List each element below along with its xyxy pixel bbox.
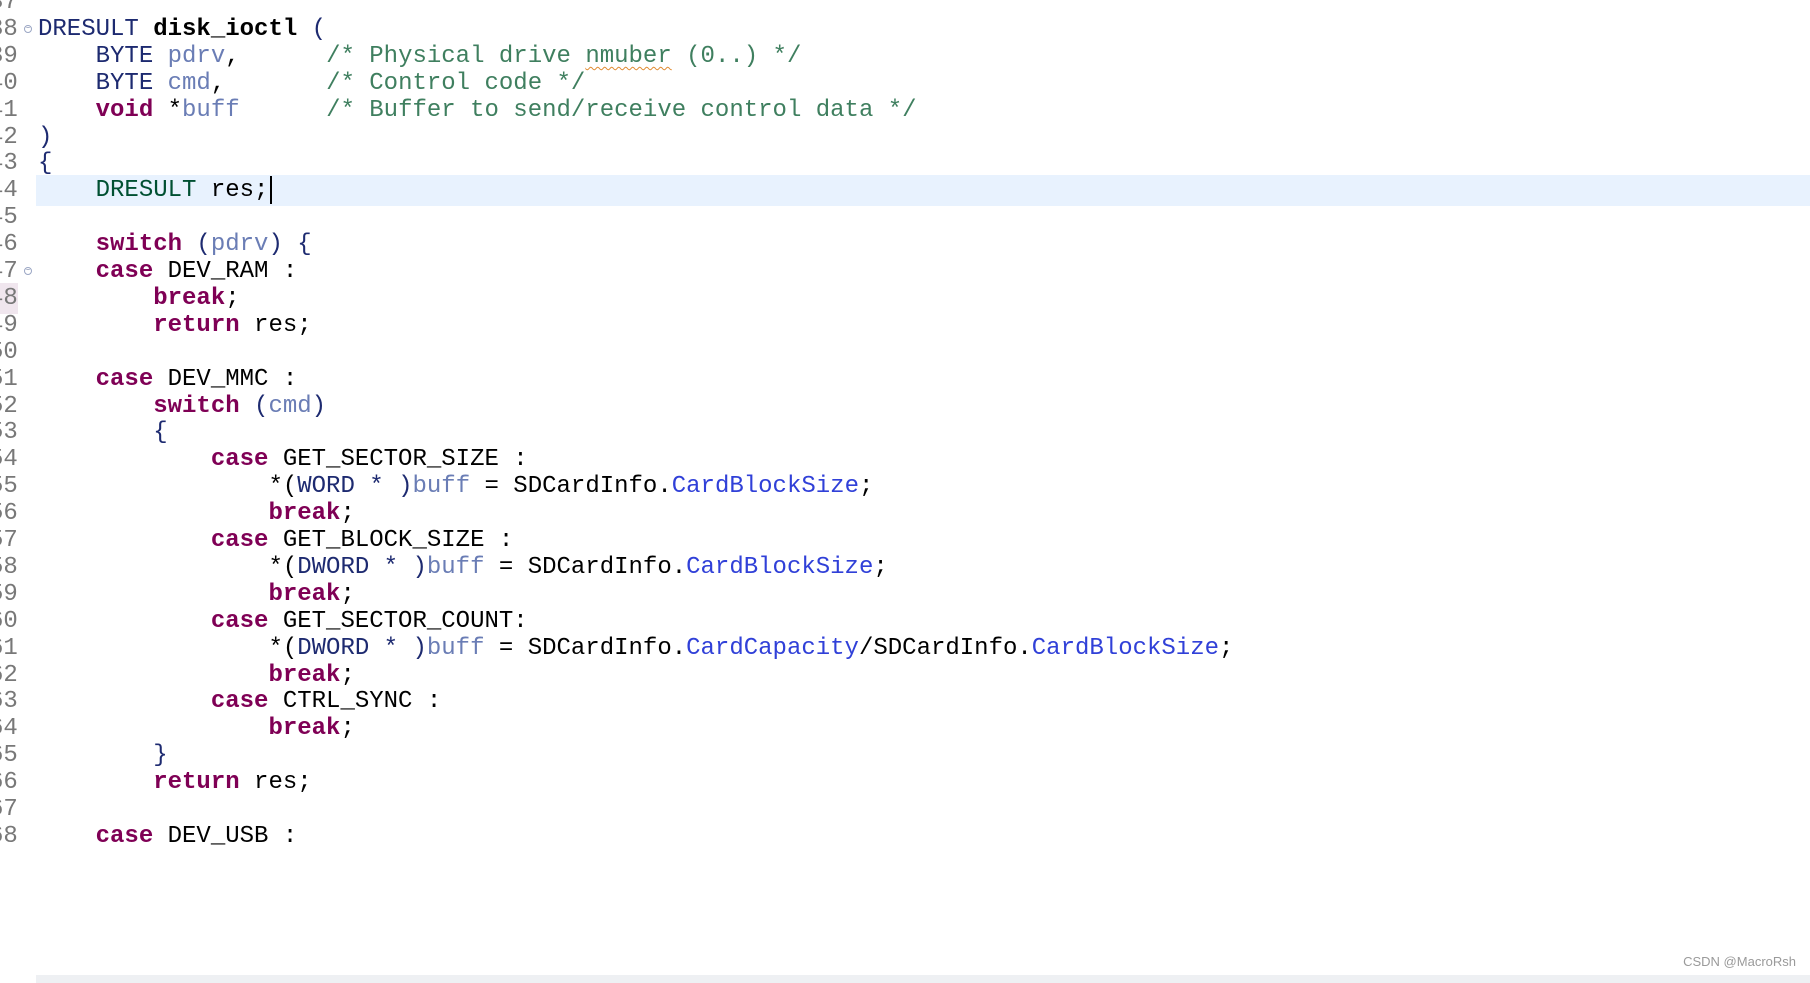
code-token: )	[311, 392, 327, 420]
code-token: return	[38, 769, 240, 797]
code-token: *(	[38, 473, 298, 501]
code-token: ;	[858, 473, 874, 501]
code-token: ;	[340, 580, 355, 608]
code-token: {	[38, 150, 53, 178]
code-token: )	[412, 634, 427, 662]
code-token: ;	[340, 661, 355, 689]
code-token: ;	[340, 715, 355, 743]
code-token: break	[38, 661, 341, 689]
code-token: (0..) */	[671, 42, 802, 70]
code-token: switch	[38, 231, 183, 259]
code-token: (	[297, 15, 327, 43]
line-number[interactable]: 68	[0, 821, 29, 852]
code-token: /* Buffer to send/receive control data *…	[326, 96, 917, 124]
code-token: = SDCardInfo.	[484, 634, 687, 662]
code-token: )	[398, 473, 413, 501]
code-token: break	[38, 284, 226, 312]
code-token: (	[182, 231, 211, 259]
code-token: )	[412, 553, 427, 581]
code-token: {	[38, 419, 168, 447]
code-token: DWORD *	[297, 553, 413, 581]
code-token: cmd	[167, 69, 211, 97]
code-token: DRESULT	[38, 15, 154, 43]
code-token: ) {	[268, 231, 312, 259]
code-token: )	[38, 123, 53, 151]
code-token: case	[38, 365, 154, 393]
code-token: case	[38, 527, 269, 554]
code-token: switch	[38, 392, 240, 420]
code-line-area[interactable]: case DEV_USB :	[36, 821, 1810, 852]
code-token: = SDCardInfo.	[484, 553, 687, 581]
code-token: ;	[873, 553, 888, 581]
code-token: res;	[239, 769, 312, 797]
code-token: res;	[239, 311, 312, 339]
code-token: (	[239, 392, 269, 420]
code-token: GET_SECTOR_SIZE :	[268, 446, 528, 474]
fold-toggle-icon[interactable]: −	[24, 267, 32, 275]
code-token: CardCapacity	[686, 634, 859, 662]
code-token: case	[38, 258, 154, 285]
code-token: pdrv	[167, 42, 226, 70]
code-token: DEV_RAM :	[153, 258, 298, 285]
code-token: DWORD *	[297, 634, 413, 662]
code-token: buff	[426, 634, 485, 662]
code-token: break	[38, 500, 341, 528]
code-token: CardBlockSize	[671, 473, 859, 501]
code-token: DRESULT	[38, 177, 211, 205]
code-token: WORD *	[297, 473, 399, 501]
code-editor[interactable]: 3738−DRESULT disk_ioctl (39 BYTE pdrv, /…	[0, 0, 1810, 983]
code-line[interactable]: 68 case DEV_USB :	[0, 821, 1810, 852]
code-token: DEV_MMC :	[153, 365, 298, 393]
code-token: *(	[38, 553, 298, 581]
code-token: /* Control code */	[326, 69, 586, 97]
code-token: nmuber	[585, 42, 672, 70]
code-token: *(	[38, 634, 298, 662]
watermark: CSDN @MacroRsh	[1683, 954, 1796, 969]
code-token: return	[38, 311, 240, 339]
code-token: }	[38, 742, 168, 770]
code-token: ;	[340, 500, 355, 528]
code-token: DEV_USB :	[153, 822, 298, 850]
code-token: GET_BLOCK_SIZE :	[268, 527, 514, 554]
code-token: ;	[225, 284, 240, 312]
code-token: case	[38, 607, 269, 635]
code-token: break	[38, 715, 341, 743]
code-token: /SDCardInfo.	[858, 634, 1032, 662]
code-token: ,	[210, 69, 327, 97]
fold-toggle-icon[interactable]: −	[24, 24, 32, 33]
code-token: BYTE	[38, 42, 168, 70]
code-token: cmd	[268, 392, 312, 420]
code-token: CTRL_SYNC :	[268, 688, 442, 716]
code-token: void	[38, 96, 168, 124]
code-token: = SDCardInfo.	[470, 473, 672, 501]
code-token: buff	[182, 96, 240, 124]
code-token: *	[167, 96, 183, 124]
code-token: case	[38, 688, 269, 716]
code-token: disk_ioctl	[153, 15, 298, 43]
code-text: case DEV_USB :	[38, 821, 298, 852]
text-cursor	[270, 175, 273, 204]
code-token: case	[38, 822, 154, 850]
code-token: ,	[225, 42, 327, 70]
code-token: GET_SECTOR_COUNT:	[268, 607, 528, 635]
code-token: CardBlockSize	[686, 553, 874, 581]
code-token: CardBlockSize	[1031, 634, 1220, 662]
code-token: break	[38, 580, 341, 608]
code-token: /* Physical drive	[326, 42, 586, 70]
code-token: res;	[210, 177, 269, 205]
code-token: ;	[1219, 634, 1234, 662]
horizontal-scrollbar-track[interactable]	[36, 975, 1810, 983]
code-token: BYTE	[38, 69, 168, 97]
code-token: pdrv	[210, 231, 269, 259]
code-token: case	[38, 446, 269, 474]
code-token: buff	[426, 553, 485, 581]
code-token: buff	[412, 473, 471, 501]
